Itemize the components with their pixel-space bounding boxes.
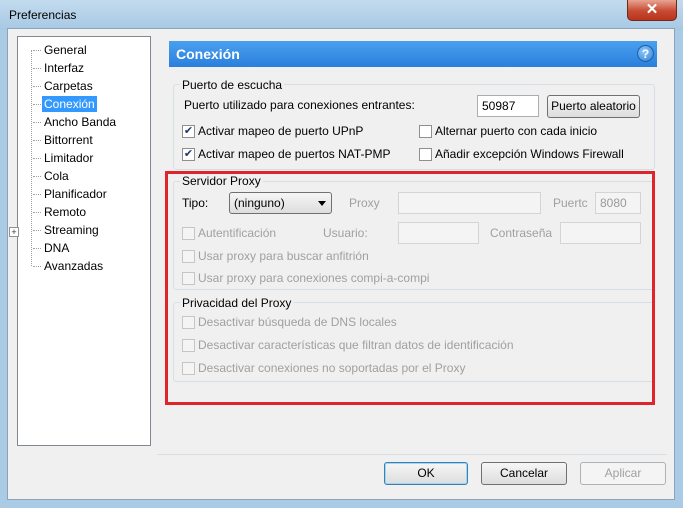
button-separator	[157, 454, 667, 455]
firewall-label: Añadir excepción Windows Firewall	[435, 147, 624, 161]
natpmp-label: Activar mapeo de puertos NAT-PMP	[198, 147, 391, 161]
tree-branch-line	[33, 212, 41, 213]
tree-branch-line	[33, 158, 41, 159]
tree-branch-line	[33, 140, 41, 141]
sidebar-item-dna[interactable]: DNA	[33, 240, 71, 256]
sidebar-item-streaming[interactable]: Streaming	[33, 222, 101, 238]
tree-branch-line	[33, 194, 41, 195]
sidebar-item-ancho-banda[interactable]: Ancho Banda	[33, 114, 118, 130]
tree-branch-line	[33, 50, 41, 51]
tree-branch-line	[33, 86, 41, 87]
sidebar-item-planificador[interactable]: Planificador	[33, 186, 109, 202]
close-icon[interactable]: ✕	[627, 0, 677, 21]
tree-branch-line	[33, 122, 41, 123]
firewall-checkbox[interactable]	[419, 148, 432, 161]
tree-branch-line	[33, 176, 41, 177]
alternate-port-label: Alternar puerto con cada inicio	[435, 124, 598, 138]
sidebar-item-cola[interactable]: Cola	[33, 168, 71, 184]
help-icon[interactable]: ?	[637, 45, 654, 62]
tree-branch-line	[33, 230, 41, 231]
listening-port-group-title: Puerto de escucha	[180, 78, 285, 92]
sidebar-item-conexión[interactable]: Conexión	[33, 96, 97, 112]
tree-connector-line	[31, 50, 32, 266]
title-bar[interactable]	[0, 0, 683, 30]
port-label: Puerto utilizado para conexiones entrant…	[184, 98, 415, 112]
tree-branch-line	[33, 68, 41, 69]
page-title: Conexión	[169, 41, 657, 67]
ok-button[interactable]: OK	[384, 462, 468, 485]
window-title: Preferencias	[9, 8, 77, 22]
alternate-port-checkbox[interactable]	[419, 125, 432, 138]
expand-icon[interactable]: +	[9, 227, 19, 237]
sidebar-item-general[interactable]: General	[33, 42, 89, 58]
sidebar-item-interfaz[interactable]: Interfaz	[33, 60, 86, 76]
upnp-checkbox[interactable]: ✔	[182, 125, 195, 138]
port-input[interactable]: 50987	[477, 95, 539, 117]
tree-branch-line	[33, 104, 41, 105]
sidebar-item-limitador[interactable]: Limitador	[33, 150, 95, 166]
tree-branch-line	[33, 248, 41, 249]
natpmp-checkbox[interactable]: ✔	[182, 148, 195, 161]
sidebar-item-bittorrent[interactable]: Bittorrent	[33, 132, 95, 148]
cancel-button[interactable]: Cancelar	[481, 462, 567, 485]
upnp-label: Activar mapeo de puerto UPnP	[198, 124, 364, 138]
highlight-box	[165, 171, 655, 405]
sidebar-item-carpetas[interactable]: Carpetas	[33, 78, 95, 94]
apply-button[interactable]: Aplicar	[580, 462, 666, 485]
random-port-button[interactable]: Puerto aleatorio	[547, 95, 640, 118]
sidebar-item-avanzadas[interactable]: Avanzadas	[33, 258, 105, 274]
tree-branch-line	[33, 266, 41, 267]
sidebar-item-remoto[interactable]: Remoto	[33, 204, 88, 220]
